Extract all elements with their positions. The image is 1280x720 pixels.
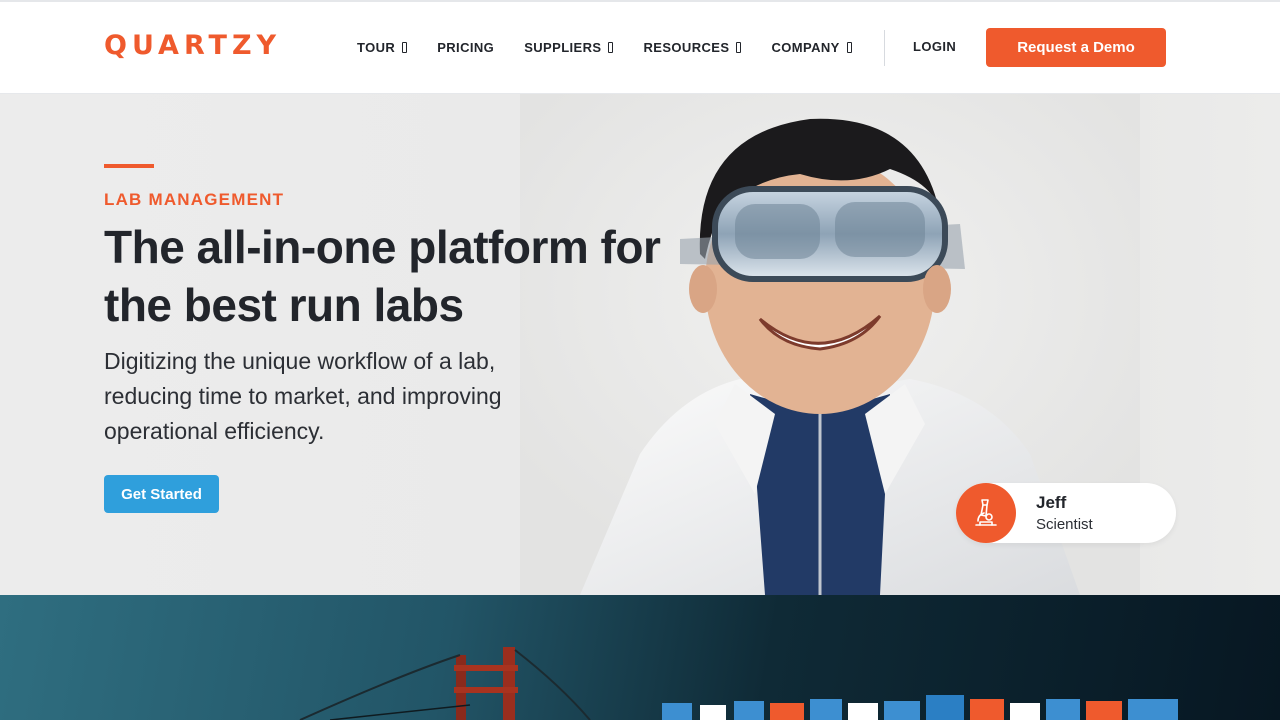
accent-bar [104,164,154,168]
login-link[interactable]: LOGIN [913,39,956,54]
nav-resources-label: RESOURCES [643,39,730,55]
nav-suppliers-label: SUPPLIERS [524,39,602,55]
hero-subtext: Digitizing the unique workflow of a lab,… [104,348,502,444]
nav-suppliers[interactable]: SUPPLIERS [524,36,614,58]
golden-gate-bridge-illustration [299,647,1178,720]
dropdown-icon [846,41,852,53]
hero-headline: The all-in-one platform for the best run… [104,221,661,331]
microscope-icon [956,483,1016,543]
nav-pricing-label: PRICING [437,39,495,55]
hero-eyebrow: LAB MANAGEMENT [104,190,285,209]
get-started-button[interactable]: Get Started [104,475,219,513]
nav-tour[interactable]: TOUR [357,36,408,58]
dropdown-icon [608,41,614,53]
dropdown-icon [402,41,408,53]
person-card: Jeff Scientist [956,483,1176,543]
person-role: Scientist [1036,516,1093,533]
promo-band [0,595,1280,720]
nav-company[interactable]: COMPANY [771,36,852,58]
quartzy-logo[interactable]: QUARTZY [104,30,281,61]
request-demo-button[interactable]: Request a Demo [986,28,1166,67]
nav-resources[interactable]: RESOURCES [643,36,742,58]
dropdown-icon [736,41,742,53]
main-nav: TOUR PRICING SUPPLIERS RESOURCES COMPANY [357,36,882,58]
nav-company-label: COMPANY [771,39,840,55]
nav-tour-label: TOUR [357,39,396,55]
person-name: Jeff [1036,493,1067,512]
nav-pricing[interactable]: PRICING [437,36,494,58]
nav-divider [884,30,885,66]
site-header: QUARTZY TOUR PRICING SUPPLIERS RESOURCES… [0,0,1280,94]
hero-section: LAB MANAGEMENT The all-in-one platform f… [0,94,1280,595]
